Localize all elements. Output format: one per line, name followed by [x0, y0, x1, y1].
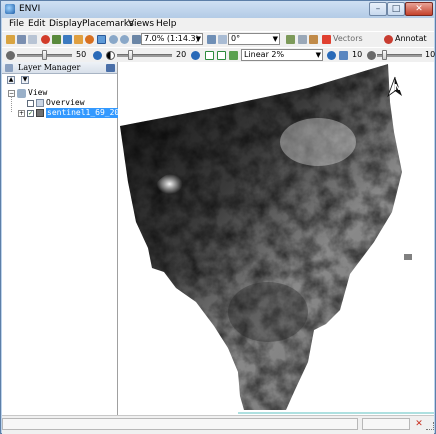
menu-display[interactable]: Display — [47, 18, 84, 31]
stretch-extent-icon[interactable] — [217, 51, 226, 60]
status-bar: ✕ — [2, 415, 434, 434]
layer-manager-icon[interactable] — [28, 35, 37, 44]
layer-expander-icon[interactable]: + — [18, 110, 25, 117]
image-fragment — [404, 254, 412, 260]
chevron-down-icon: ▼ — [272, 35, 278, 43]
data-manager-icon[interactable] — [17, 35, 26, 44]
layer-manager-title-text: Layer Manager — [18, 63, 81, 72]
select-icon[interactable] — [63, 35, 72, 44]
zoom-combobox[interactable]: 7.0% (1:14.3) ▼ — [141, 33, 203, 45]
title-bar[interactable]: ENVI – □ ✕ — [1, 1, 435, 18]
resize-grip-icon[interactable] — [426, 422, 434, 430]
contrast-reset-icon[interactable] — [191, 51, 200, 60]
layer-manager-panel: Layer Manager ▲ ▼ − View Overview + ✓ se… — [2, 62, 130, 415]
minimize-button[interactable]: – — [369, 2, 387, 16]
vectors-label[interactable]: Vectors — [333, 33, 363, 45]
rotation-combobox[interactable]: 0° ▼ — [228, 33, 280, 45]
expand-all-icon[interactable]: ▼ — [21, 76, 29, 84]
layer-manager-pin-icon[interactable] — [5, 64, 13, 72]
geo-link-icon[interactable] — [298, 35, 307, 44]
stretch-combobox[interactable]: Linear 2% ▼ — [241, 49, 323, 61]
open-file-icon[interactable] — [6, 35, 15, 44]
main-toolbar: 7.0% (1:14.3) ▼ 0° ▼ Vectors Annotat — [2, 31, 434, 47]
north-arrow-label: N — [394, 83, 401, 92]
sharpen-value: 10 — [425, 50, 436, 59]
cursor-value-icon[interactable] — [41, 35, 50, 44]
brightness-icon — [6, 51, 15, 60]
globe-icon[interactable] — [286, 35, 295, 44]
layer-manager-close-icon[interactable] — [106, 64, 115, 72]
rotate-reset-icon[interactable] — [218, 35, 227, 44]
rotate-icon[interactable] — [207, 35, 216, 44]
view-node-label[interactable]: View — [28, 88, 47, 98]
menu-help[interactable]: Help — [154, 18, 179, 31]
transparency-value: 10 — [352, 50, 363, 59]
menu-file[interactable]: File — [7, 18, 26, 31]
chevron-down-icon: ▼ — [315, 51, 321, 59]
overview-node-label[interactable]: Overview — [46, 98, 85, 108]
envi-logo-icon — [5, 4, 15, 14]
envi-window: ENVI – □ ✕ File Edit Display Placemarks … — [0, 0, 436, 434]
raster-image — [120, 64, 434, 414]
view-icon — [17, 89, 26, 98]
brightness-slider-thumb[interactable] — [42, 50, 47, 60]
chevron-down-icon: ▼ — [195, 35, 201, 43]
zoom-value: 7.0% (1:14.3) — [144, 34, 199, 43]
image-view[interactable]: N — [118, 62, 434, 415]
crosshair-icon[interactable] — [52, 35, 61, 44]
window-title: ENVI — [19, 4, 41, 14]
fly-icon[interactable] — [85, 35, 94, 44]
fit-extent-icon[interactable] — [132, 35, 141, 44]
annotation-icon[interactable] — [384, 35, 393, 44]
sentinel-image-footprint — [120, 64, 402, 410]
contrast-slider[interactable] — [117, 54, 172, 57]
stretch-type-icon[interactable] — [205, 51, 214, 60]
maximize-button[interactable]: □ — [387, 2, 405, 16]
view-bottom-edge — [238, 412, 434, 414]
pan-hand-icon[interactable] — [74, 35, 83, 44]
contrast-icon — [106, 51, 115, 60]
zoom-in-icon[interactable] — [109, 35, 118, 44]
status-field-main — [2, 418, 358, 430]
close-button[interactable]: ✕ — [405, 2, 433, 16]
brightness-value: 50 — [76, 50, 87, 59]
stretch-value: Linear 2% — [244, 50, 285, 59]
layer-visibility-checkbox[interactable]: ✓ — [27, 110, 34, 117]
contrast-value: 20 — [176, 50, 187, 59]
transparency-icon[interactable] — [339, 51, 348, 60]
cancel-process-icon[interactable]: ✕ — [414, 419, 424, 429]
overview-checkbox[interactable] — [27, 100, 34, 107]
pixel-link-icon[interactable] — [309, 35, 318, 44]
layer-manager-title: Layer Manager — [2, 62, 117, 74]
tree-line — [11, 96, 13, 112]
brightness-reset-icon[interactable] — [93, 51, 102, 60]
rotation-value: 0° — [231, 34, 241, 43]
annotations-label[interactable]: Annotat — [395, 33, 427, 45]
vector-icon[interactable] — [322, 35, 331, 44]
menu-views[interactable]: Views — [126, 18, 156, 31]
status-field-progress — [362, 418, 410, 430]
display-toolbar: 50 20 Linear 2% ▼ 10 10 — [2, 47, 436, 63]
zoom-box-icon[interactable] — [97, 35, 106, 44]
raster-layer-icon — [36, 109, 44, 117]
histogram-icon[interactable] — [229, 51, 238, 60]
contrast-slider-thumb[interactable] — [128, 50, 133, 60]
collapse-all-icon[interactable]: ▲ — [7, 76, 15, 84]
menu-bar: File Edit Display Placemarks Views Help — [2, 18, 434, 31]
overview-icon — [36, 99, 44, 107]
zoom-out-icon[interactable] — [120, 35, 129, 44]
menu-edit[interactable]: Edit — [26, 18, 47, 31]
stretch-reset-icon[interactable] — [327, 51, 336, 60]
sharpen-slider-thumb[interactable] — [382, 50, 387, 60]
sharpen-icon — [367, 51, 376, 60]
